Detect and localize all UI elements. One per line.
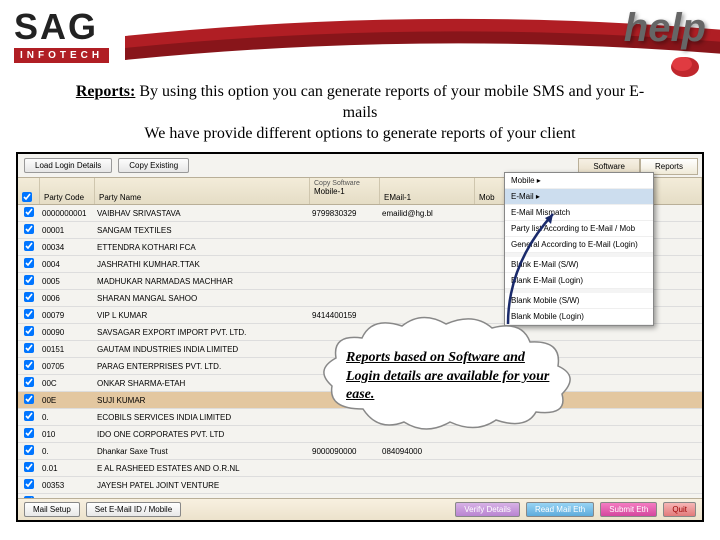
cell-name: E AL RASHEED ESTATES AND O.R.NL bbox=[95, 464, 310, 473]
cell-code: 00079 bbox=[40, 311, 95, 320]
row-checkbox[interactable] bbox=[24, 343, 34, 353]
row-checkbox[interactable] bbox=[24, 428, 34, 438]
col-check bbox=[18, 178, 40, 204]
mouse-icon bbox=[665, 50, 705, 80]
cell-code: 00353 bbox=[40, 481, 95, 490]
set-email-button[interactable]: Set E-Mail ID / Mobile bbox=[86, 502, 181, 517]
cell-code: 0. bbox=[40, 447, 95, 456]
cell-name: PARAG ENTERPRISES PVT. LTD. bbox=[95, 362, 310, 371]
row-checkbox[interactable] bbox=[24, 258, 34, 268]
cell-code: 00C bbox=[40, 379, 95, 388]
verify-button[interactable]: Verify Details bbox=[455, 502, 520, 517]
cell-name: SHARAN MANGAL SAHOO bbox=[95, 294, 310, 303]
mail-setup-button[interactable]: Mail Setup bbox=[24, 502, 80, 517]
cell-code: 0.01 bbox=[40, 464, 95, 473]
cell-name: ONKAR SHARMA-ETAH bbox=[95, 379, 310, 388]
row-checkbox[interactable] bbox=[24, 207, 34, 217]
row-checkbox[interactable] bbox=[24, 445, 34, 455]
intro-text: Reports: By using this option you can ge… bbox=[0, 78, 720, 152]
cell-email: emailid@hg.bl bbox=[380, 209, 475, 218]
col-mobile: Copy Software Mobile-1 bbox=[310, 178, 380, 204]
row-checkbox[interactable] bbox=[24, 479, 34, 489]
cell-name: SUJI KUMAR bbox=[95, 396, 310, 405]
cell-name: JASHRATHI KUMHAR.TTAK bbox=[95, 260, 310, 269]
cell-code: 0004 bbox=[40, 260, 95, 269]
read-mail-button[interactable]: Read Mail Eth bbox=[526, 502, 594, 517]
cell-code: 0. bbox=[40, 413, 95, 422]
cell-email: 084094000 bbox=[380, 447, 475, 456]
cell-name: Dhankar Saxe Trust bbox=[95, 447, 310, 456]
row-checkbox[interactable] bbox=[24, 394, 34, 404]
cell-name: GAUTAM INDUSTRIES INDIA LIMITED bbox=[95, 345, 310, 354]
cell-code: 00705 bbox=[40, 362, 95, 371]
cell-code: 0006 bbox=[40, 294, 95, 303]
cell-code: 00151 bbox=[40, 345, 95, 354]
callout-arrow bbox=[498, 194, 568, 324]
footer-bar: Mail Setup Set E-Mail ID / Mobile Verify… bbox=[18, 498, 702, 520]
table-row[interactable]: 00353JAYESH PATEL JOINT VENTURE bbox=[18, 477, 702, 494]
intro-line2: We have provide different options to gen… bbox=[144, 125, 575, 142]
col-name: Party Name bbox=[95, 178, 310, 204]
logo-main: SAG bbox=[14, 6, 109, 48]
col-mobile-label: Mobile-1 bbox=[314, 187, 345, 196]
col-mobile-top: Copy Software bbox=[314, 180, 360, 187]
col-email: EMail-1 bbox=[380, 178, 475, 204]
cell-name: ECOBILS SERVICES INDIA LIMITED bbox=[95, 413, 310, 422]
cell-code: 010 bbox=[40, 430, 95, 439]
cell-name: SANGAM TEXTILES bbox=[95, 226, 310, 235]
cell-code: 00090 bbox=[40, 328, 95, 337]
cell-name: JAYESH PATEL JOINT VENTURE bbox=[95, 481, 310, 490]
cell-mobile: 9799830329 bbox=[310, 209, 380, 218]
logo: SAG INFOTECH bbox=[14, 6, 109, 63]
callout-text: Reports based on Software and Login deta… bbox=[346, 349, 561, 404]
row-checkbox[interactable] bbox=[24, 292, 34, 302]
cell-name: SAVSAGAR EXPORT IMPORT PVT. LTD. bbox=[95, 328, 310, 337]
select-all-checkbox[interactable] bbox=[22, 192, 32, 202]
row-checkbox[interactable] bbox=[24, 275, 34, 285]
submit-button[interactable]: Submit Eth bbox=[600, 502, 657, 517]
header: SAG INFOTECH help bbox=[0, 0, 720, 78]
cell-name: MADHUKAR NARMADAS MACHHAR bbox=[95, 277, 310, 286]
row-checkbox[interactable] bbox=[24, 309, 34, 319]
row-checkbox[interactable] bbox=[24, 462, 34, 472]
row-checkbox[interactable] bbox=[24, 241, 34, 251]
row-checkbox[interactable] bbox=[24, 224, 34, 234]
row-checkbox[interactable] bbox=[24, 360, 34, 370]
dropdown-item[interactable]: Mobile ▸ bbox=[505, 173, 653, 189]
quit-button[interactable]: Quit bbox=[663, 502, 696, 517]
cell-name: VIP L KUMAR bbox=[95, 311, 310, 320]
intro-lead: Reports: bbox=[76, 83, 136, 100]
col-code: Party Code bbox=[40, 178, 95, 204]
cell-code: 0000000001 bbox=[40, 209, 95, 218]
load-login-button[interactable]: Load Login Details bbox=[24, 158, 112, 173]
row-checkbox[interactable] bbox=[24, 377, 34, 387]
cell-mobile: 9000090000 bbox=[310, 447, 380, 456]
cell-name: IDO ONE CORPORATES PVT. LTD bbox=[95, 430, 310, 439]
cell-code: 00001 bbox=[40, 226, 95, 235]
intro-line1: By using this option you can generate re… bbox=[135, 83, 644, 121]
app-screenshot: Load Login Details Copy Existing Show No… bbox=[16, 152, 704, 522]
table-row[interactable]: 0.Dhankar Saxe Trust9000090000084094000 bbox=[18, 443, 702, 460]
cell-name: VAIBHAV SRIVASTAVA bbox=[95, 209, 310, 218]
cell-name: ETTENDRA KOTHARI FCA bbox=[95, 243, 310, 252]
cell-code: 0005 bbox=[40, 277, 95, 286]
row-checkbox[interactable] bbox=[24, 411, 34, 421]
cell-code: 00E bbox=[40, 396, 95, 405]
logo-sub: INFOTECH bbox=[14, 48, 109, 63]
row-checkbox[interactable] bbox=[24, 326, 34, 336]
table-row[interactable]: 0.01E AL RASHEED ESTATES AND O.R.NL bbox=[18, 460, 702, 477]
help-label: help bbox=[624, 6, 706, 51]
cell-code: 00034 bbox=[40, 243, 95, 252]
copy-existing-button[interactable]: Copy Existing bbox=[118, 158, 189, 173]
